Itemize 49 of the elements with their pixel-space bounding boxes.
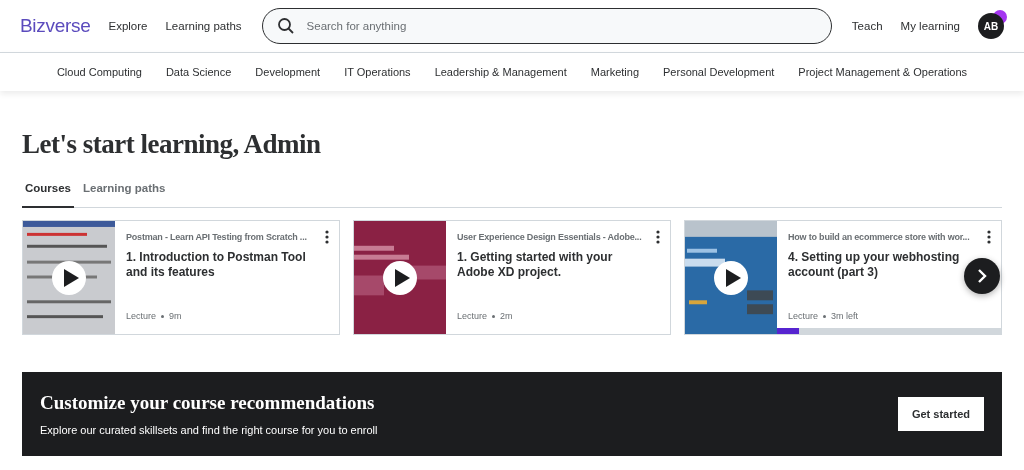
course-title: How to build an ecommerce store with wor... bbox=[788, 232, 970, 242]
nav-link[interactable]: My learning bbox=[900, 20, 960, 32]
more-options-icon[interactable] bbox=[325, 230, 329, 244]
lecture-type: Lecture bbox=[457, 311, 488, 321]
greeting-heading: Let's start learning, Admin bbox=[22, 129, 322, 160]
lecture-title: 1. Getting started with your Adobe XD project. bbox=[457, 250, 614, 280]
category-link[interactable]: IT Operations bbox=[344, 66, 411, 78]
banner-title: Customize your course recommendations bbox=[40, 392, 376, 414]
course-card[interactable]: How to build an ecommerce store with wor... 4. Setting up your webhosting account (part 3) Lecture 3m left bbox=[684, 220, 1002, 335]
category-link[interactable]: Data Science bbox=[165, 66, 232, 78]
category-link[interactable]: Marketing bbox=[590, 66, 639, 78]
lecture-duration: 2m bbox=[500, 311, 513, 321]
more-options-icon[interactable] bbox=[987, 230, 991, 244]
more-options-icon[interactable] bbox=[656, 230, 660, 244]
course-title: Postman - Learn API Testing from Scratch ... bbox=[126, 232, 307, 242]
get-started-button[interactable]: Get started bbox=[897, 397, 984, 431]
course-card[interactable]: Postman - Learn API Testing from Scratch ... 1. Introduction to Postman Tool and its features Lecture 9m bbox=[22, 220, 340, 335]
search-icon bbox=[276, 17, 295, 35]
chevron-right-icon bbox=[977, 269, 987, 283]
tab[interactable]: Learning paths bbox=[80, 182, 169, 208]
search-bar[interactable]: Search for anything bbox=[261, 8, 832, 44]
category-link[interactable]: Leadership & Management bbox=[434, 66, 567, 78]
lecture-type: Lecture bbox=[788, 311, 819, 321]
lecture-title: 4. Setting up your webhosting account (part 3) bbox=[788, 250, 961, 280]
nav-link[interactable]: Explore bbox=[108, 20, 148, 32]
next-button[interactable] bbox=[964, 258, 1000, 294]
logo[interactable]: Bizverse bbox=[20, 15, 91, 37]
category-link[interactable]: Personal Development bbox=[663, 66, 775, 78]
nav-link[interactable]: Learning paths bbox=[165, 20, 242, 32]
play-icon bbox=[62, 268, 80, 288]
lecture-type: Lecture bbox=[126, 311, 157, 321]
course-card[interactable]: User Experience Design Essentials - Adobe... 1. Getting started with your Adobe XD project. Lecture 2m bbox=[353, 220, 671, 335]
lecture-duration: 3m left bbox=[831, 311, 859, 321]
category-link[interactable]: Project Management & Operations bbox=[798, 66, 968, 78]
search-field[interactable]: Search for anything bbox=[304, 19, 817, 33]
tab[interactable]: Courses bbox=[22, 182, 75, 208]
play-icon bbox=[393, 268, 411, 288]
lecture-title: 1. Introduction to Postman Tool and its features bbox=[126, 250, 307, 280]
play-icon bbox=[724, 268, 742, 288]
separator-icon bbox=[161, 314, 165, 318]
separator-icon bbox=[823, 314, 827, 318]
avatar[interactable]: AB bbox=[978, 13, 1004, 39]
lecture-duration: 9m bbox=[169, 311, 182, 321]
course-title: User Experience Design Essentials - Adobe... bbox=[457, 232, 642, 242]
nav-link[interactable]: Teach bbox=[851, 20, 883, 32]
separator-icon bbox=[492, 314, 496, 318]
category-link[interactable]: Development bbox=[255, 66, 321, 78]
category-link[interactable]: Cloud Computing bbox=[56, 66, 142, 78]
banner-text: Explore our curated skillsets and find the right course for you to enroll bbox=[40, 424, 378, 436]
